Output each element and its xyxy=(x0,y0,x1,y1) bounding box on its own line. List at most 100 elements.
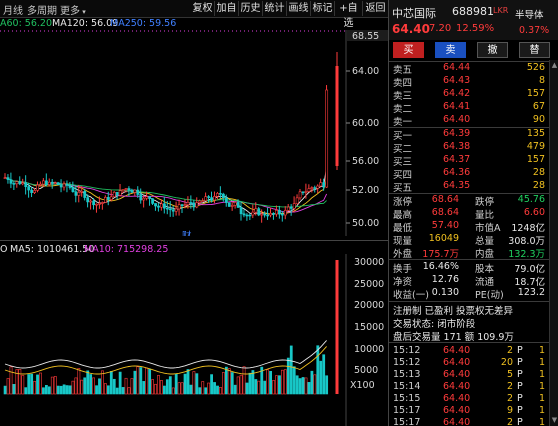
volume-bar xyxy=(112,378,116,395)
volume-bar xyxy=(280,369,284,395)
replace-order-button[interactable]: 替 xyxy=(519,42,550,58)
candle xyxy=(65,183,69,186)
volume-bar xyxy=(307,382,311,395)
bid-row[interactable]: 买三 64.37 157 xyxy=(389,154,558,168)
volume-bar xyxy=(213,382,216,395)
trade-status: 交易状态: 闭市阶段 xyxy=(393,319,476,330)
candle xyxy=(98,203,101,205)
candle xyxy=(89,200,93,203)
ask-row[interactable]: 卖二 64.41 67 xyxy=(389,101,558,115)
sector-name[interactable]: 半导体 xyxy=(515,7,544,21)
candle xyxy=(21,182,25,185)
candle xyxy=(118,190,122,196)
candle xyxy=(204,196,208,202)
volume-bar xyxy=(133,370,137,395)
more-menu[interactable]: 更多 ▾ xyxy=(60,2,86,17)
scroll-up-icon[interactable]: ▲ xyxy=(551,62,558,69)
tick-row: 15:14 64.40 2 P 1 xyxy=(393,381,545,392)
candle xyxy=(227,202,231,207)
candle xyxy=(95,203,98,206)
scroll-down-icon[interactable]: ▼ xyxy=(551,417,558,424)
divider xyxy=(389,342,558,343)
price-change-pct: 12.59% xyxy=(456,23,495,34)
buy-button[interactable]: 买 xyxy=(393,42,424,58)
stock-code: 688981 xyxy=(452,5,494,18)
volume-bar xyxy=(18,369,22,395)
volume-bar xyxy=(145,367,149,395)
volume-bar xyxy=(80,379,84,395)
bid-row[interactable]: 买四 64.36 28 xyxy=(389,167,558,181)
bid-row[interactable]: 买二 64.38 479 xyxy=(389,141,558,155)
candle xyxy=(168,208,172,211)
overlay-button[interactable]: 加自 xyxy=(215,1,239,16)
volume-bar xyxy=(89,374,93,395)
sell-button[interactable]: 卖 xyxy=(435,42,466,58)
candle xyxy=(106,197,110,200)
candle xyxy=(222,193,225,199)
candle xyxy=(42,180,45,185)
candle xyxy=(210,197,214,201)
candle xyxy=(148,196,152,199)
bid-row[interactable]: 买一 64.39 135 xyxy=(389,128,558,142)
finance-marker[interactable]: 财 xyxy=(182,230,192,236)
volume-bar xyxy=(30,373,34,395)
volume-bar xyxy=(3,385,7,395)
candle xyxy=(230,205,234,207)
volume-bar xyxy=(148,368,152,395)
candle xyxy=(292,203,296,209)
bid-row[interactable]: 买五 64.35 28 xyxy=(389,180,558,194)
candle xyxy=(127,188,131,191)
volume-bar xyxy=(83,377,87,395)
multi-period-tab[interactable]: 多周期 xyxy=(27,2,57,17)
back-button[interactable]: 返回 xyxy=(363,1,388,16)
candle xyxy=(3,177,7,179)
stat-row: 涨停 68.64 跌停 45.76 xyxy=(393,194,545,208)
volume-bar xyxy=(304,377,308,395)
candle xyxy=(213,196,216,201)
volume-bar xyxy=(157,375,160,395)
chart-toolbar: 月线 多周期 更多 ▾ 复权 加自 历史 统计 画线 标记 +自选 返回 xyxy=(0,0,388,29)
scrollbar[interactable]: ▲ ▼ xyxy=(549,60,558,426)
ask-row[interactable]: 卖五 64.44 526 xyxy=(389,62,558,76)
volume-bar xyxy=(298,378,302,395)
monthly-tab[interactable]: 月线 xyxy=(3,2,23,17)
volume-bar xyxy=(118,371,122,395)
volume-bar xyxy=(251,370,255,395)
candle xyxy=(263,213,267,216)
kline-chart[interactable]: 68.55 64.00 60.00 56.00 52.00 50.00 财 xyxy=(0,30,388,236)
ma120-value: MA120: 56.09 xyxy=(52,18,119,29)
volume-bar xyxy=(171,387,175,395)
candle xyxy=(171,209,175,212)
restore-rights-button[interactable]: 复权 xyxy=(191,1,215,16)
volume-bar xyxy=(272,380,275,395)
candle xyxy=(280,213,284,216)
history-button[interactable]: 历史 xyxy=(239,1,263,16)
volume-bar xyxy=(198,387,202,395)
ask-row[interactable]: 卖四 64.43 8 xyxy=(389,75,558,89)
stat-row: 最高 68.64 量比 6.60 xyxy=(393,207,545,221)
candle xyxy=(74,191,78,196)
ask-row[interactable]: 卖三 64.42 157 xyxy=(389,88,558,102)
add-watchlist-button[interactable]: +自选 xyxy=(335,1,363,29)
cancel-order-button[interactable]: 撤 xyxy=(477,42,508,58)
candle xyxy=(186,202,190,206)
volume-bar xyxy=(101,370,104,395)
candle xyxy=(6,177,10,180)
candle xyxy=(248,214,252,217)
candle xyxy=(242,213,246,216)
candle xyxy=(163,203,166,209)
volume-bar xyxy=(151,379,155,395)
candle xyxy=(71,187,75,192)
price-tick: 64.00 xyxy=(352,66,379,77)
volume-chart[interactable]: 30000 25000 20000 15000 10000 5000 X100 xyxy=(0,254,388,426)
statistics-button[interactable]: 统计 xyxy=(263,1,287,16)
ask-row[interactable]: 卖一 64.40 90 xyxy=(389,114,558,128)
candle xyxy=(272,213,275,215)
volume-bar xyxy=(47,386,51,395)
mark-button[interactable]: 标记 xyxy=(311,1,335,16)
candle xyxy=(101,202,104,204)
tick-row: 15:12 64.40 2 P 1 xyxy=(393,345,545,356)
volume-tick: 5000 xyxy=(354,365,378,376)
candle xyxy=(319,182,323,187)
draw-line-button[interactable]: 画线 xyxy=(287,1,311,16)
